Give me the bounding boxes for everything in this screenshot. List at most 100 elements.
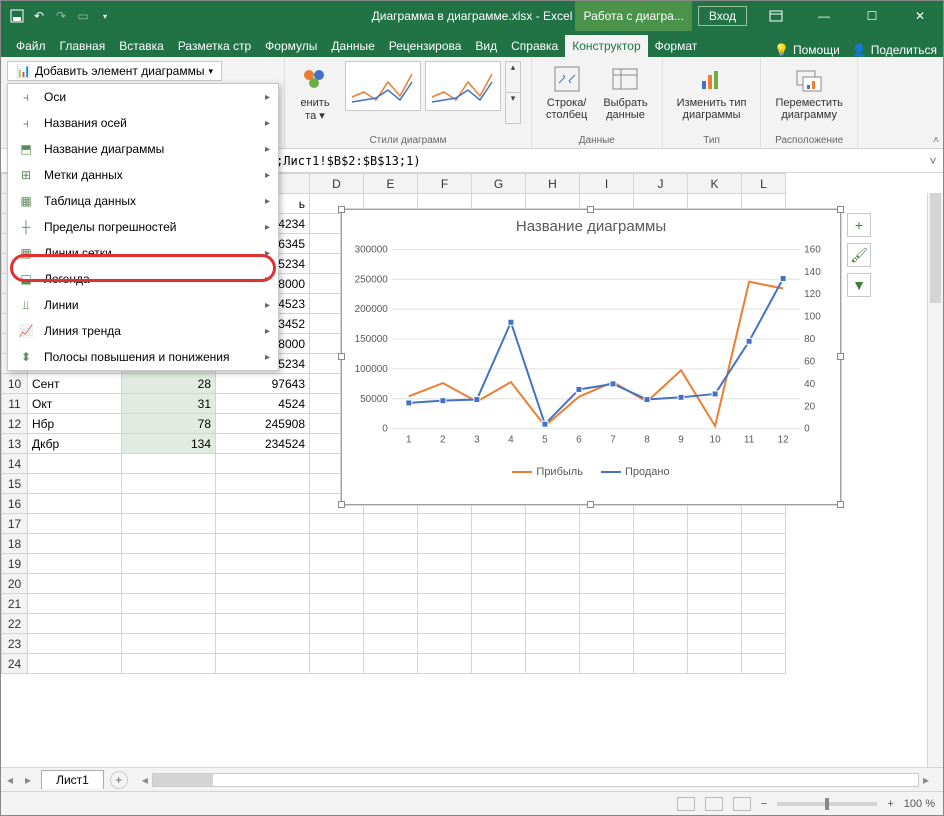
zoom-level[interactable]: 100 % bbox=[904, 798, 935, 810]
menu-trendline[interactable]: 📈Линия тренда▸ bbox=[8, 318, 278, 344]
add-sheet-button[interactable]: + bbox=[110, 771, 128, 789]
cell[interactable] bbox=[418, 634, 472, 654]
tab-data[interactable]: Данные bbox=[324, 35, 381, 57]
cell[interactable] bbox=[310, 614, 364, 634]
cell[interactable] bbox=[122, 634, 216, 654]
cell[interactable] bbox=[216, 654, 310, 674]
cell[interactable] bbox=[310, 554, 364, 574]
minimize-button[interactable]: — bbox=[801, 1, 847, 31]
tab-insert[interactable]: Вставка bbox=[112, 35, 171, 57]
cell[interactable] bbox=[688, 514, 742, 534]
cell[interactable] bbox=[28, 654, 122, 674]
menu-lines[interactable]: ⫫Линии▸ bbox=[8, 292, 278, 318]
menu-chart-title[interactable]: ⬒Название диаграммы▸ bbox=[8, 136, 278, 162]
cell[interactable]: 97643 bbox=[216, 374, 310, 394]
cell[interactable] bbox=[526, 534, 580, 554]
row-header-13[interactable]: 13 bbox=[2, 434, 28, 454]
cell[interactable] bbox=[742, 614, 786, 634]
cell[interactable]: 134 bbox=[122, 434, 216, 454]
cell[interactable] bbox=[418, 614, 472, 634]
chart-filter-button[interactable]: ▼ bbox=[847, 273, 871, 297]
cell[interactable] bbox=[580, 614, 634, 634]
vertical-scrollbar[interactable] bbox=[927, 193, 943, 767]
save-icon[interactable] bbox=[9, 8, 25, 24]
cell[interactable] bbox=[634, 634, 688, 654]
cell[interactable] bbox=[526, 634, 580, 654]
menu-axes[interactable]: ⫞Оси▸ bbox=[8, 84, 278, 110]
cell[interactable] bbox=[216, 594, 310, 614]
cell[interactable] bbox=[364, 554, 418, 574]
cell[interactable] bbox=[122, 454, 216, 474]
cell[interactable] bbox=[122, 594, 216, 614]
zoom-out-button[interactable]: − bbox=[761, 798, 767, 810]
cell[interactable] bbox=[634, 534, 688, 554]
cell[interactable] bbox=[216, 614, 310, 634]
row-header-22[interactable]: 22 bbox=[2, 614, 28, 634]
cell[interactable] bbox=[418, 654, 472, 674]
cell[interactable] bbox=[418, 514, 472, 534]
resize-handle[interactable] bbox=[587, 501, 594, 508]
cell[interactable] bbox=[28, 554, 122, 574]
cell[interactable]: Дкбр bbox=[28, 434, 122, 454]
cell[interactable] bbox=[688, 594, 742, 614]
row-header-18[interactable]: 18 bbox=[2, 534, 28, 554]
cell[interactable] bbox=[122, 494, 216, 514]
cell[interactable] bbox=[472, 614, 526, 634]
cell[interactable] bbox=[742, 594, 786, 614]
cell[interactable] bbox=[28, 494, 122, 514]
col-header-L[interactable]: L bbox=[742, 174, 786, 194]
cell[interactable] bbox=[216, 494, 310, 514]
tab-page-layout[interactable]: Разметка стр bbox=[171, 35, 258, 57]
row-header-19[interactable]: 19 bbox=[2, 554, 28, 574]
menu-gridlines[interactable]: ▦Линии сетки▸ bbox=[8, 240, 278, 266]
resize-handle[interactable] bbox=[338, 206, 345, 213]
maximize-button[interactable]: ☐ bbox=[849, 1, 895, 31]
cell[interactable] bbox=[122, 654, 216, 674]
close-button[interactable]: ✕ bbox=[897, 1, 943, 31]
cell[interactable]: 245908 bbox=[216, 414, 310, 434]
cell[interactable] bbox=[310, 534, 364, 554]
row-header-17[interactable]: 17 bbox=[2, 514, 28, 534]
resize-handle[interactable] bbox=[837, 501, 844, 508]
tab-help[interactable]: Справка bbox=[504, 35, 565, 57]
add-chart-element-button[interactable]: 📊 Добавить элемент диаграммы ▾ bbox=[7, 61, 222, 81]
tab-format[interactable]: Формат bbox=[648, 35, 705, 57]
cell[interactable] bbox=[526, 574, 580, 594]
redo-icon[interactable]: ↷ bbox=[53, 8, 69, 24]
row-header-11[interactable]: 11 bbox=[2, 394, 28, 414]
gallery-up-icon[interactable]: ▴ bbox=[506, 62, 520, 93]
cell[interactable] bbox=[580, 654, 634, 674]
cell[interactable] bbox=[580, 554, 634, 574]
cell[interactable] bbox=[580, 514, 634, 534]
cell[interactable] bbox=[742, 554, 786, 574]
col-header-J[interactable]: J bbox=[634, 174, 688, 194]
chart-title[interactable]: Название диаграммы bbox=[342, 210, 840, 239]
cell[interactable] bbox=[634, 654, 688, 674]
chart-plus-button[interactable]: + bbox=[847, 213, 871, 237]
change-chart-type-button[interactable]: Изменить тип диаграммы bbox=[673, 61, 751, 123]
view-normal-icon[interactable] bbox=[677, 797, 695, 811]
row-header-23[interactable]: 23 bbox=[2, 634, 28, 654]
cell[interactable] bbox=[418, 554, 472, 574]
collapse-ribbon-icon[interactable]: ˄ bbox=[933, 135, 939, 146]
move-chart-button[interactable]: Переместить диаграмму bbox=[771, 61, 846, 123]
cell[interactable] bbox=[472, 634, 526, 654]
cell[interactable] bbox=[688, 574, 742, 594]
resize-handle[interactable] bbox=[587, 206, 594, 213]
row-header-14[interactable]: 14 bbox=[2, 454, 28, 474]
cell[interactable] bbox=[364, 534, 418, 554]
cell[interactable]: 4524 bbox=[216, 394, 310, 414]
menu-legend[interactable]: ⬓Легенда▸ bbox=[8, 266, 278, 292]
cell[interactable] bbox=[418, 574, 472, 594]
cell[interactable] bbox=[310, 594, 364, 614]
tab-formulas[interactable]: Формулы bbox=[258, 35, 324, 57]
cell[interactable] bbox=[742, 654, 786, 674]
qat-dropdown-icon[interactable]: ▾ bbox=[97, 8, 113, 24]
tab-review[interactable]: Рецензирова bbox=[382, 35, 469, 57]
sign-in-button[interactable]: Вход bbox=[698, 6, 747, 26]
col-header-E[interactable]: E bbox=[364, 174, 418, 194]
row-header-15[interactable]: 15 bbox=[2, 474, 28, 494]
row-header-12[interactable]: 12 bbox=[2, 414, 28, 434]
share-button[interactable]: 👤Поделиться bbox=[846, 43, 943, 57]
cell[interactable] bbox=[634, 554, 688, 574]
